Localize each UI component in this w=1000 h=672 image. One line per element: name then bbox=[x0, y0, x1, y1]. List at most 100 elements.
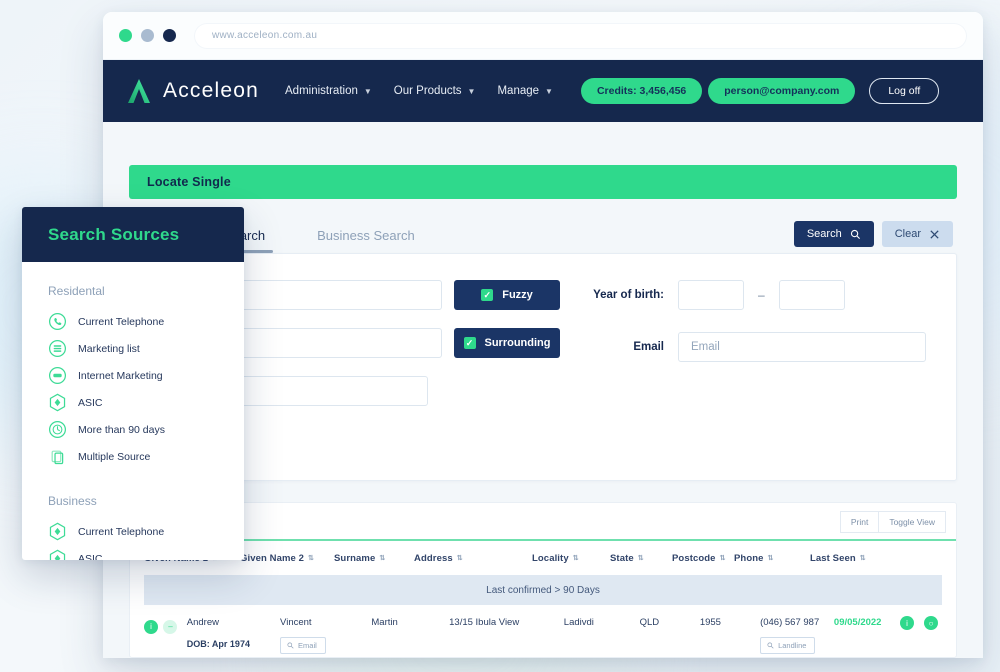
source-item-internet-marketing[interactable]: Internet Marketing bbox=[48, 366, 220, 385]
address-bar-url: www.acceleon.com.au bbox=[212, 30, 318, 41]
window-control-green[interactable] bbox=[119, 29, 132, 42]
source-item-multiple-source[interactable]: Multiple Source bbox=[48, 447, 220, 466]
cell-last-seen: 09/05/2022 bbox=[833, 617, 882, 628]
column-header-surname[interactable]: Surname ⇅ bbox=[334, 553, 414, 564]
search-button[interactable]: Search bbox=[793, 221, 874, 247]
source-item-label: Current Telephone bbox=[78, 315, 165, 328]
given-name-1-value: Andrew bbox=[186, 617, 219, 628]
year-of-birth-from-input[interactable] bbox=[678, 280, 744, 310]
column-header-address[interactable]: Address ⇅ bbox=[414, 553, 532, 564]
magnifier-icon bbox=[850, 229, 861, 240]
address-bar[interactable]: www.acceleon.com.au bbox=[194, 22, 967, 49]
sort-icon: ⇅ bbox=[308, 555, 315, 562]
cell-locality: Ladivdi bbox=[563, 617, 594, 628]
window-controls bbox=[119, 29, 176, 42]
detail-circle-icon[interactable]: ○ bbox=[924, 616, 938, 630]
screenshot-stage: www.acceleon.com.au Acceleon Administrat… bbox=[0, 0, 1000, 672]
sources-group-residential-label: Residental bbox=[48, 284, 105, 298]
chevron-down-icon: ▼ bbox=[467, 86, 476, 96]
cell-phone: (046) 567 987 Landline bbox=[760, 615, 834, 654]
brand-logo[interactable]: Acceleon bbox=[125, 78, 259, 104]
dob-value: DOB: Apr 1974 bbox=[186, 639, 250, 649]
tab-business-search[interactable]: Business Search bbox=[291, 228, 441, 253]
clear-button[interactable]: Clear bbox=[881, 221, 953, 247]
results-group-banner: Last confirmed > 90 Days bbox=[144, 575, 942, 605]
cell-state: QLD bbox=[639, 617, 660, 628]
results-toolbar: Print Toggle View bbox=[130, 503, 956, 539]
year-of-birth-to-input[interactable] bbox=[778, 280, 845, 310]
info-circle-icon[interactable]: i bbox=[900, 616, 914, 630]
credits-badge[interactable]: Credits: 3,456,456 bbox=[580, 78, 703, 104]
year-of-birth-label: Year of birth: bbox=[593, 289, 664, 301]
tab-business-search-label: Business Search bbox=[317, 228, 415, 243]
row-status-solid[interactable]: i bbox=[144, 615, 163, 634]
column-header-locality[interactable]: Locality ⇅ bbox=[532, 553, 610, 564]
nav-item-manage[interactable]: Manage ▼ bbox=[497, 85, 552, 97]
source-item-label: Multiple Source bbox=[78, 450, 151, 463]
print-button[interactable]: Print bbox=[839, 511, 880, 533]
column-label: Phone bbox=[734, 552, 764, 564]
row-action-buttons: i ○ bbox=[900, 615, 942, 630]
sort-icon: ⇅ bbox=[637, 555, 644, 562]
fuzzy-toggle[interactable]: ✓ Fuzzy bbox=[454, 280, 560, 310]
results-table: Print Toggle View Given Name 1 ⇅ Given N… bbox=[129, 502, 957, 658]
email-input[interactable]: Email bbox=[678, 332, 926, 362]
source-item-label: More than 90 days bbox=[78, 423, 165, 436]
surrounding-toggle[interactable]: ✓ Surrounding bbox=[454, 328, 560, 358]
source-item-marketing-list[interactable]: Marketing list bbox=[48, 339, 220, 358]
close-icon bbox=[929, 229, 940, 240]
email-label: Email bbox=[633, 341, 664, 353]
sort-icon: ⇅ bbox=[767, 555, 774, 562]
row-status-outline[interactable]: – bbox=[163, 615, 186, 634]
cell-given-name-1: Andrew DOB: Apr 1974 bbox=[187, 615, 280, 649]
window-control-grey[interactable] bbox=[141, 29, 154, 42]
magnifier-small-icon bbox=[767, 642, 774, 649]
mail-circle-icon bbox=[48, 366, 67, 385]
column-header-last-seen[interactable]: Last Seen ⇅ bbox=[810, 553, 880, 564]
search-sources-header: Search Sources bbox=[22, 207, 244, 262]
account-email-badge[interactable]: person@company.com bbox=[708, 78, 856, 104]
cell-address: 13/15 Ibula View bbox=[449, 617, 520, 628]
list-circle-icon bbox=[48, 339, 67, 358]
search-sources-body: Residental Current Telephone Marketing l… bbox=[22, 262, 244, 560]
checkbox-checked-icon: ✓ bbox=[463, 337, 476, 349]
search-sources-title: Search Sources bbox=[48, 224, 180, 244]
column-header-state[interactable]: State ⇅ bbox=[610, 553, 672, 564]
sort-icon: ⇅ bbox=[719, 555, 726, 562]
source-item-more-than-90-days[interactable]: More than 90 days bbox=[48, 420, 220, 439]
search-form-grid: Lusy ✓ Fuzzy Address bbox=[160, 280, 926, 424]
table-row[interactable]: i – Andrew DOB: Apr 1974 Vincent Email M… bbox=[130, 605, 956, 654]
source-item-current-telephone-business[interactable]: Current Telephone bbox=[48, 522, 220, 541]
diamond-hex-icon bbox=[48, 393, 67, 412]
diamond-hex-icon bbox=[48, 522, 67, 541]
page-title-banner: Locate Single bbox=[129, 165, 957, 199]
source-item-label: Internet Marketing bbox=[78, 369, 163, 382]
column-header-given-name-2[interactable]: Given Name 2 ⇅ bbox=[240, 553, 334, 564]
toggle-view-button[interactable]: Toggle View bbox=[879, 511, 946, 533]
chevron-down-icon: ▼ bbox=[363, 86, 372, 96]
clear-button-label: Clear bbox=[894, 228, 921, 240]
source-item-asic-residential[interactable]: ASIC bbox=[48, 393, 220, 412]
nav-item-our-products[interactable]: Our Products ▼ bbox=[394, 85, 476, 97]
landline-tag-button[interactable]: Landline bbox=[760, 637, 816, 654]
column-label: Last Seen bbox=[810, 552, 856, 564]
page-title: Locate Single bbox=[147, 175, 231, 189]
source-item-label: ASIC bbox=[78, 396, 103, 409]
column-header-postcode[interactable]: Postcode ⇅ bbox=[672, 553, 734, 564]
email-tag-button[interactable]: Email bbox=[280, 637, 326, 654]
source-item-asic-business[interactable]: ASIC bbox=[48, 549, 220, 560]
cell-surname: Martin bbox=[371, 617, 398, 628]
nav-item-our-products-label: Our Products bbox=[393, 85, 462, 97]
column-label: Given Name 2 bbox=[240, 552, 305, 564]
search-sources-panel: Search Sources Residental Current Teleph… bbox=[22, 207, 244, 560]
column-header-phone[interactable]: Phone ⇅ bbox=[734, 553, 810, 564]
source-item-current-telephone-residential[interactable]: Current Telephone bbox=[48, 312, 220, 331]
column-label: Address bbox=[414, 552, 453, 564]
phone-circle-icon bbox=[48, 312, 67, 331]
column-label: State bbox=[610, 552, 634, 564]
nav-item-administration[interactable]: Administration ▼ bbox=[285, 85, 372, 97]
search-form-right-column: Year of birth: – Email Email bbox=[586, 280, 926, 424]
logoff-button[interactable]: Log off bbox=[869, 78, 940, 104]
window-control-navy[interactable] bbox=[163, 29, 176, 42]
cell-postcode: 1955 bbox=[699, 617, 721, 628]
